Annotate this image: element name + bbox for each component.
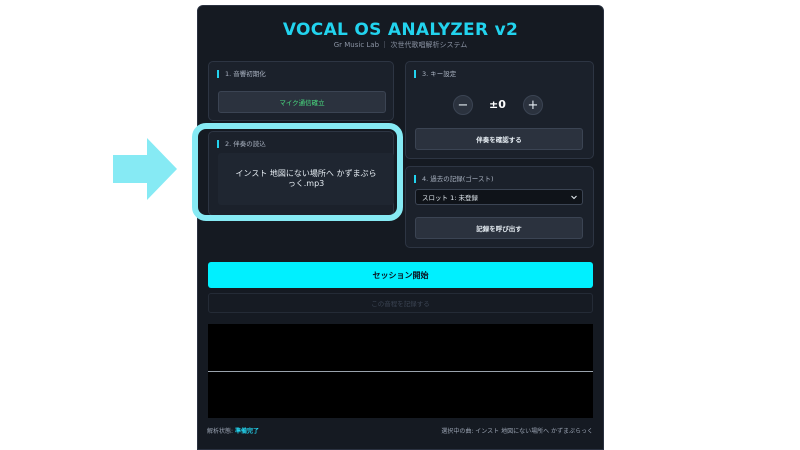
selected-song: 選択中の曲: インスト 地図にない場所へ かずまぷらっく [441, 428, 593, 435]
card-audio-init: 1. 音響初期化 マイク通信確立 [208, 61, 394, 121]
status-value: 準備完了 [234, 428, 259, 435]
load-record-button[interactable]: 記録を呼び出す [415, 217, 583, 239]
status-label: 解析状態: [207, 428, 234, 435]
mic-connect-button[interactable]: マイク通信確立 [218, 91, 386, 113]
app-window: VOCAL OS ANALYZER v2 Gr Music Lab ｜ 次世代歌… [197, 5, 604, 450]
annotation-arrow-icon [113, 138, 177, 200]
app-title: VOCAL OS ANALYZER v2 [282, 20, 519, 40]
key-value: ±0 [489, 98, 506, 111]
check-accompaniment-button[interactable]: 伴奏を確認する [415, 128, 583, 150]
waveform-display [208, 324, 593, 418]
annotation-highlight-box [192, 123, 403, 221]
key-minus-button[interactable]: − [453, 95, 473, 115]
chevron-down-icon [571, 195, 577, 200]
session-start-button[interactable]: セッション開始 [208, 262, 593, 288]
analysis-status: 解析状態: 準備完了 [207, 426, 259, 435]
card-past-records: 4. 過去の記録(ゴースト) スロット 1: 未登録 記録を呼び出す [405, 166, 594, 248]
key-plus-button[interactable]: + [523, 95, 543, 115]
waveform-line [208, 371, 593, 372]
slot-select[interactable]: スロット 1: 未登録 [415, 189, 583, 205]
app-subtitle: Gr Music Lab ｜ 次世代歌唱解析システム [333, 41, 468, 49]
card-label: 4. 過去の記録(ゴースト) [414, 175, 494, 183]
card-label: 3. キー設定 [414, 70, 456, 78]
card-label: 1. 音響初期化 [217, 70, 266, 78]
slot-select-value: スロット 1: 未登録 [422, 194, 478, 202]
card-key-setting: 3. キー設定 − ±0 + 伴奏を確認する [405, 61, 594, 159]
record-pitch-button[interactable]: この音程を記録する [208, 293, 593, 313]
